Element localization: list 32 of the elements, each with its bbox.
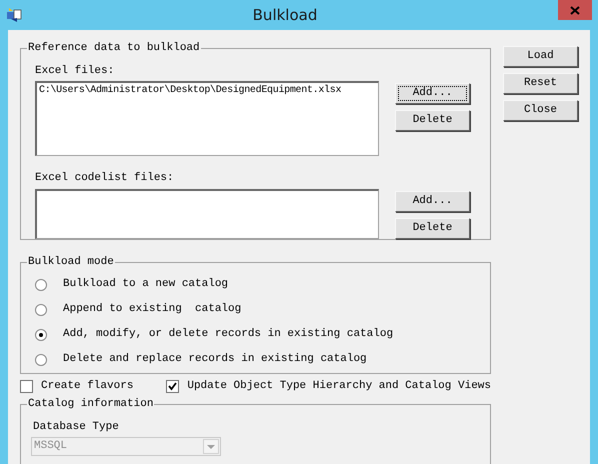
dialog-button[interactable]: Close: [503, 100, 578, 121]
dialog-button[interactable]: Reset: [503, 73, 578, 94]
radio-button[interactable]: [35, 354, 47, 366]
file-list[interactable]: [35, 188, 379, 238]
radio-button[interactable]: [35, 328, 47, 340]
field-label: Excel files:: [35, 64, 116, 78]
dialog-button[interactable]: Add...: [395, 83, 470, 104]
checkbox-option[interactable]: Create flavors: [20, 378, 166, 394]
dialog-button[interactable]: Delete: [395, 218, 470, 238]
file-list-item[interactable]: C:\Users\Administrator\Desktop\DesignedEquipment.xlsx: [39, 83, 342, 98]
app-icon: [6, 7, 22, 23]
group-legend: Catalog information: [27, 396, 154, 412]
radio-option[interactable]: Add, modify, or delete records in existing catalog: [35, 326, 476, 342]
field-label: Excel codelist files:: [35, 171, 175, 186]
window-title: Bulkload: [252, 4, 318, 26]
close-button[interactable]: [558, 0, 592, 20]
radio-option[interactable]: Delete and replace records in existing catalog: [35, 352, 476, 368]
field-label: Database Type: [33, 420, 120, 434]
dialog-button[interactable]: Load: [503, 46, 578, 67]
checkbox[interactable]: [20, 380, 33, 392]
radio-option[interactable]: Bulkload to a new catalog: [35, 276, 476, 292]
dialog-button[interactable]: Delete: [395, 110, 470, 131]
checkbox-option[interactable]: Update Object Type Hierarchy and Catalog Views: [166, 378, 491, 394]
dialog-button[interactable]: Add...: [395, 190, 470, 212]
close-icon: [570, 6, 580, 14]
radio-button[interactable]: [35, 304, 47, 316]
file-list[interactable]: C:\Users\Administrator\Desktop\DesignedEquipment.xlsx: [35, 81, 379, 156]
radio-option[interactable]: Append to existing catalog: [35, 302, 476, 318]
radio-button[interactable]: [35, 278, 47, 290]
group-legend: Bulkload mode: [27, 254, 115, 270]
checkbox[interactable]: [166, 380, 180, 392]
group-legend: Reference data to bulkload: [27, 40, 201, 56]
